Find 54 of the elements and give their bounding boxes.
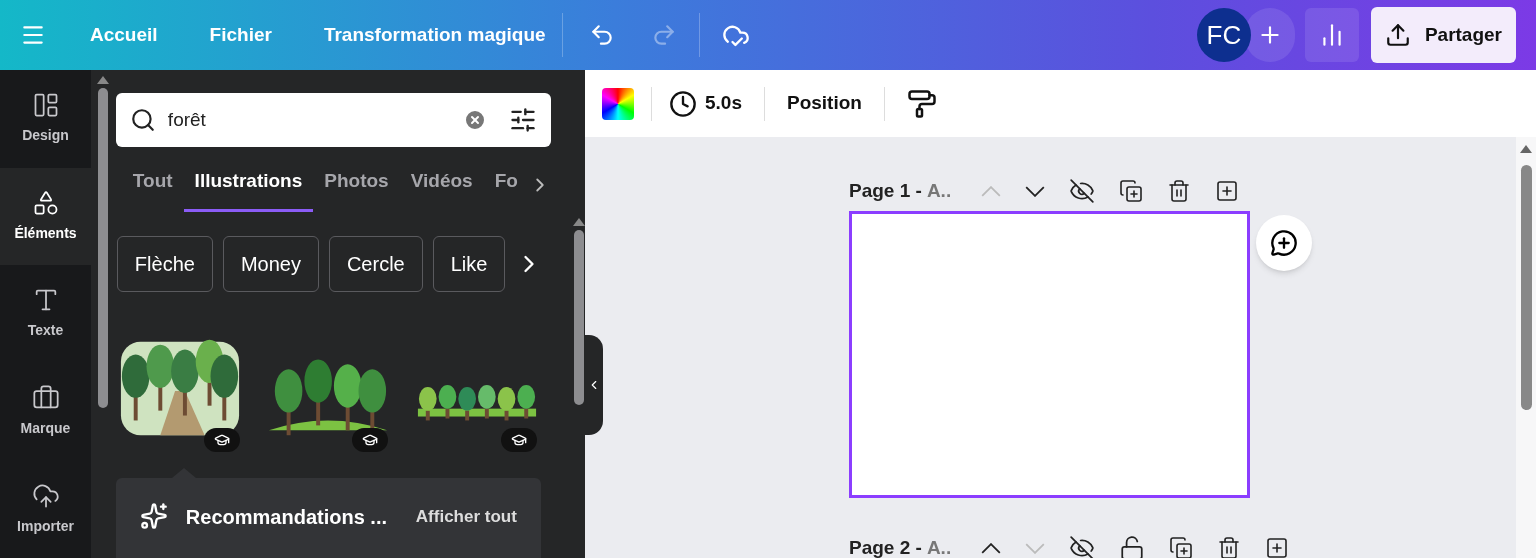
scrollbar-thumb[interactable]: [98, 88, 109, 408]
tab[interactable]: Photos: [313, 166, 400, 212]
rail-item[interactable]: Importer: [0, 460, 91, 558]
duration-button[interactable]: 5.0s: [669, 89, 742, 118]
recommendations-title: Recommandations ...: [185, 505, 387, 530]
avatar[interactable]: FC: [1196, 8, 1251, 62]
suggestion-chip[interactable]: Cercle: [328, 236, 423, 292]
page-name[interactable]: A..: [926, 533, 967, 558]
tab[interactable]: Vidéos: [399, 166, 484, 212]
see-all-link[interactable]: Afficher tout: [415, 504, 517, 530]
page-canvas[interactable]: [849, 211, 1250, 498]
rail-item[interactable]: Éléments: [0, 167, 91, 266]
rail-item[interactable]: Design: [0, 70, 91, 168]
tab[interactable]: Fo: [483, 166, 529, 212]
paint-roller-icon[interactable]: [906, 88, 937, 119]
delete-icon[interactable]: [1216, 536, 1241, 558]
sparkles-icon: [139, 502, 168, 530]
share-button[interactable]: Partager: [1370, 7, 1516, 63]
rail-item[interactable]: Marque: [0, 362, 91, 461]
move-down-icon[interactable]: [1024, 185, 1045, 197]
stats-button[interactable]: [1304, 8, 1359, 62]
suggestion-chip[interactable]: Money: [222, 236, 319, 292]
menu-item[interactable]: Transformation magique: [323, 20, 546, 50]
search-bar[interactable]: forêt: [115, 93, 551, 147]
page-name[interactable]: A..: [926, 176, 967, 206]
page-title: Page 1 -: [849, 178, 922, 203]
add-comment-button[interactable]: [1256, 215, 1312, 271]
rail-item[interactable]: Texte: [0, 265, 91, 363]
add-page-icon[interactable]: [1264, 536, 1289, 558]
scrollbar-thumb[interactable]: [573, 230, 584, 405]
scroll-up-icon[interactable]: [1520, 145, 1532, 153]
scrollbar-thumb[interactable]: [1520, 165, 1532, 410]
position-button[interactable]: Position: [787, 89, 862, 118]
add-page-icon[interactable]: [1214, 179, 1239, 203]
upload-icon: [1384, 22, 1411, 48]
clock-icon: [669, 89, 697, 118]
lock-icon[interactable]: [1118, 535, 1145, 558]
collapse-panel-button[interactable]: [585, 335, 603, 435]
suggestion-chip[interactable]: Flèche: [116, 236, 213, 292]
suggestion-chip[interactable]: Like: [432, 236, 506, 292]
duplicate-icon[interactable]: [1118, 179, 1143, 203]
search-field[interactable]: forêt: [167, 105, 451, 135]
tab[interactable]: Illustrations: [183, 166, 314, 212]
comment-plus-icon: [1270, 229, 1298, 257]
page-title: Page 2 -: [849, 535, 922, 558]
tab[interactable]: Tout: [121, 166, 184, 212]
search-icon: [129, 107, 156, 133]
color-swatch[interactable]: [602, 87, 634, 120]
move-up-icon[interactable]: [980, 542, 1001, 554]
filter-icon[interactable]: [508, 106, 537, 134]
hide-icon[interactable]: [1068, 178, 1095, 204]
hide-icon[interactable]: [1068, 535, 1095, 558]
duplicate-icon[interactable]: [1168, 536, 1193, 558]
delete-icon[interactable]: [1166, 179, 1191, 203]
